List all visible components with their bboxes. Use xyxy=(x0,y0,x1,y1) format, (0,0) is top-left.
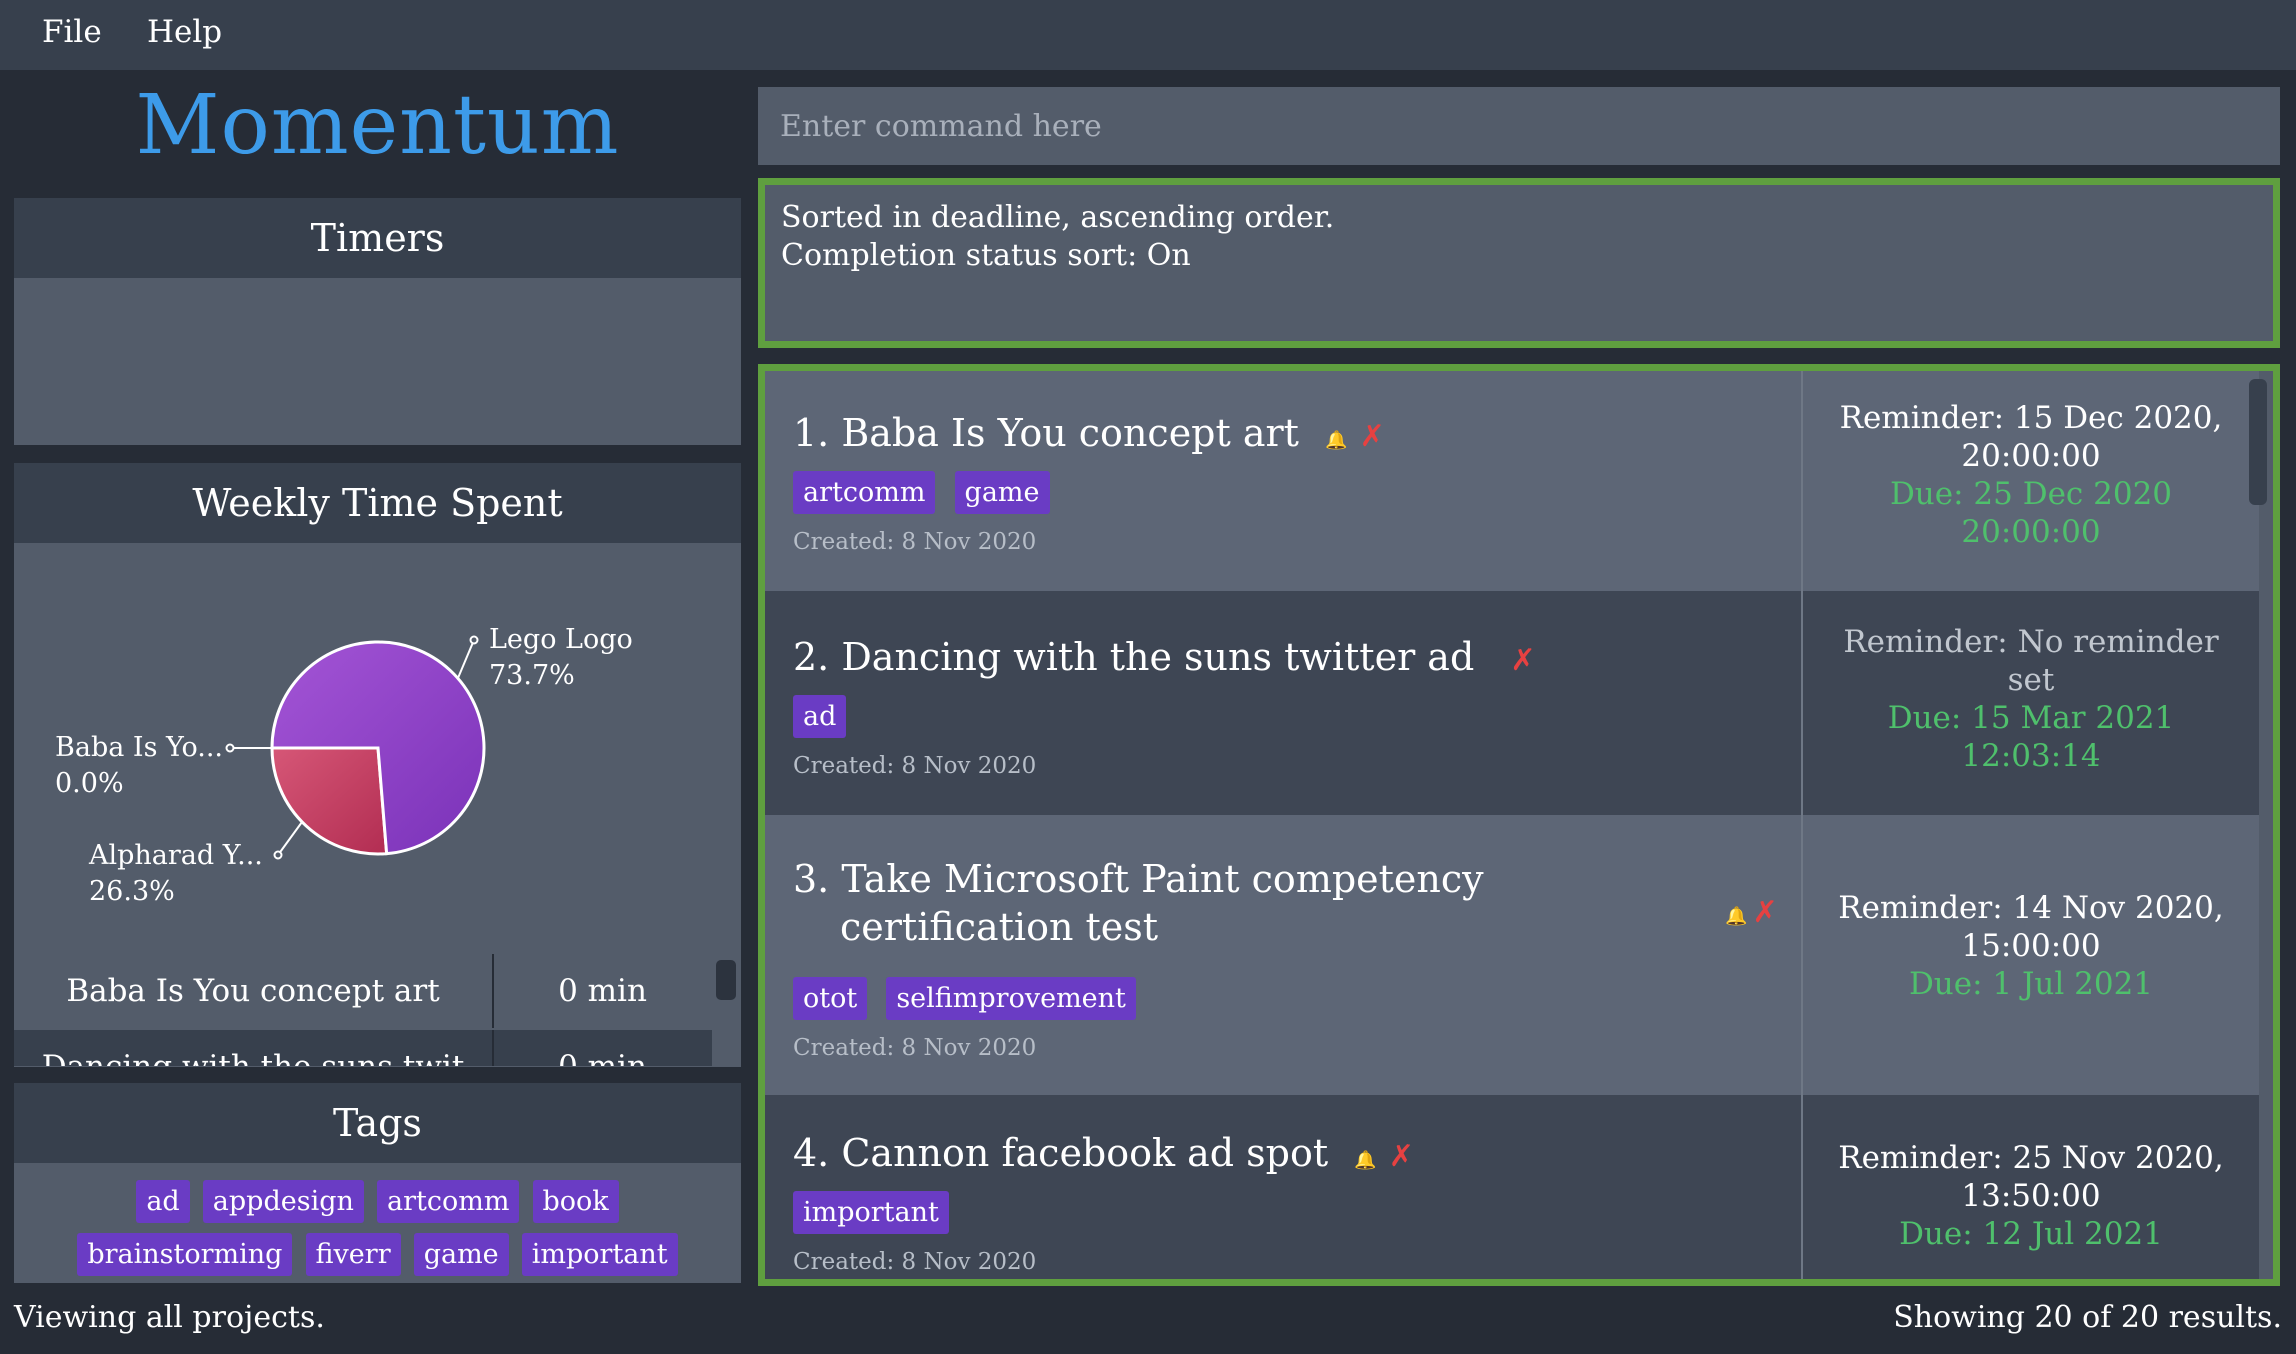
due-date: Due: 1 Jul 2021 xyxy=(1908,966,2154,1002)
table-scrollbar-track xyxy=(712,954,741,1066)
reminder-time: 15:00:00 xyxy=(1961,928,2101,964)
tag-chip[interactable]: brainstorming xyxy=(77,1233,293,1276)
reminder-text: Reminder: No reminder xyxy=(1843,624,2219,660)
created-date: Created: 8 Nov 2020 xyxy=(793,1035,1037,1061)
tags-header: Tags xyxy=(14,1083,741,1163)
reminder-text: Reminder: 25 Nov 2020, xyxy=(1838,1140,2224,1176)
command-input[interactable] xyxy=(758,87,2280,165)
menu-file[interactable]: File xyxy=(42,14,102,50)
tag-chip[interactable]: artcomm xyxy=(376,1180,520,1223)
bell-icon: 🔔 xyxy=(1725,906,1748,927)
table-cell-name: Dancing with the suns twit xyxy=(14,1030,492,1066)
tags-cloud: ad appdesign artcomm book brainstorming … xyxy=(14,1164,741,1276)
tag-chip[interactable]: selfimprovement xyxy=(886,977,1136,1020)
table-cell-time: 0 min xyxy=(493,1030,712,1066)
cross-icon: ✗ xyxy=(1388,1139,1414,1174)
due-date: Due: 25 Dec 2020 xyxy=(1889,476,2173,512)
result-display: Sorted in deadline, ascending order. Com… xyxy=(758,178,2280,348)
app-title: Momentum xyxy=(135,78,620,173)
table-scrollbar-thumb[interactable] xyxy=(716,960,736,1000)
cross-icon: ✗ xyxy=(1359,419,1385,454)
tag-chip[interactable]: book xyxy=(532,1180,619,1223)
created-date: Created: 8 Nov 2020 xyxy=(793,753,1037,779)
menu-bar: File Help xyxy=(0,0,2296,70)
table-row[interactable]: Dancing with the suns twit 0 min xyxy=(14,1030,712,1066)
project-list: 1. Baba Is You concept art 🔔 ✗ artcomm g… xyxy=(758,364,2280,1286)
tag-chip[interactable]: artcomm xyxy=(793,471,936,514)
menu-help[interactable]: Help xyxy=(147,14,222,50)
project-title-cont: certification test xyxy=(840,905,1159,949)
status-left: Viewing all projects. xyxy=(14,1300,325,1335)
bell-icon: 🔔 xyxy=(1354,1150,1377,1171)
table-row[interactable]: Baba Is You concept art 0 min xyxy=(14,954,712,1028)
created-date: Created: 8 Nov 2020 xyxy=(793,1249,1037,1275)
pie-label-lego-logo: Lego Logo 73.7% xyxy=(489,624,633,691)
result-line: Sorted in deadline, ascending order. xyxy=(781,200,1335,235)
timers-header: Timers xyxy=(14,198,741,278)
reminder-text-cont: set xyxy=(2007,662,2055,698)
cross-icon: ✗ xyxy=(1752,895,1778,930)
list-scrollbar-thumb[interactable] xyxy=(2249,379,2267,505)
due-time: 12:03:14 xyxy=(1961,738,2101,774)
created-date: Created: 8 Nov 2020 xyxy=(793,529,1037,555)
table-cell-time: 0 min xyxy=(558,973,647,1009)
tag-chip[interactable]: important xyxy=(521,1233,678,1276)
tag-chip[interactable]: ad xyxy=(136,1180,190,1223)
weekly-time-header: Weekly Time Spent xyxy=(14,463,741,543)
result-line: Completion status sort: On xyxy=(781,238,1191,273)
reminder-text: Reminder: 14 Nov 2020, xyxy=(1838,890,2224,926)
tag-chip[interactable]: important xyxy=(793,1191,949,1234)
tag-chip[interactable]: ad xyxy=(793,695,847,738)
cross-icon: ✗ xyxy=(1510,643,1536,678)
reminder-text: Reminder: 15 Dec 2020, xyxy=(1839,400,2223,436)
weekly-time-table: Baba Is You concept art 0 min Dancing wi… xyxy=(14,954,712,1066)
tag-chip[interactable]: otot xyxy=(793,977,868,1020)
reminder-time: 13:50:00 xyxy=(1961,1178,2101,1214)
pie-label-alpharad: Alpharad Y... 26.3% xyxy=(89,840,263,907)
due-date: Due: 12 Jul 2021 xyxy=(1899,1216,2163,1252)
pie-leader-line xyxy=(457,639,475,679)
project-card[interactable]: 3. Take Microsoft Paint competency certi… xyxy=(765,815,2259,1095)
bell-icon: 🔔 xyxy=(1325,430,1348,451)
project-title: 4. Cannon facebook ad spot xyxy=(793,1131,1329,1175)
pie-leader-line xyxy=(277,821,303,856)
due-time: 20:00:00 xyxy=(1961,514,2101,550)
pie-label-baba: Baba Is Yo... 0.0% xyxy=(55,732,224,799)
reminder-time: 20:00:00 xyxy=(1961,438,2101,474)
timers-panel xyxy=(14,278,741,445)
pie-leader-dot xyxy=(469,635,479,645)
project-card[interactable]: 1. Baba Is You concept art 🔔 ✗ artcomm g… xyxy=(765,371,2259,591)
tag-chip[interactable]: game xyxy=(413,1233,509,1276)
pie-leader-dot xyxy=(273,850,283,860)
status-right: Showing 20 of 20 results. xyxy=(1893,1300,2282,1335)
tag-chip[interactable]: game xyxy=(954,471,1050,514)
tag-chip[interactable]: appdesign xyxy=(202,1180,364,1223)
command-box xyxy=(758,87,2280,165)
pie-leader-dot xyxy=(225,743,235,753)
project-card[interactable]: 4. Cannon facebook ad spot 🔔 ✗ important… xyxy=(765,1095,2259,1279)
project-card[interactable]: 2. Dancing with the suns twitter ad ✗ ad… xyxy=(765,591,2259,815)
project-title: 3. Take Microsoft Paint competency xyxy=(793,857,1484,901)
project-title: 1. Baba Is You concept art xyxy=(793,411,1299,455)
tag-chip[interactable]: fiverr xyxy=(305,1233,401,1276)
due-date: Due: 15 Mar 2021 xyxy=(1887,700,2175,736)
project-title: 2. Dancing with the suns twitter ad xyxy=(793,635,1475,679)
table-cell-name: Baba Is You concept art xyxy=(66,973,440,1009)
